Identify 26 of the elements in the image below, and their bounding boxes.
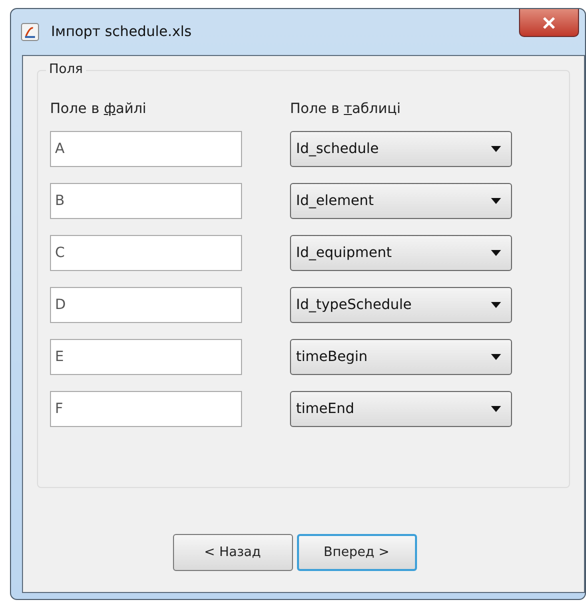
input-field[interactable]: F bbox=[50, 391, 242, 427]
input-field[interactable]: C bbox=[50, 235, 242, 271]
dropdown-arrow-icon bbox=[491, 146, 501, 152]
wizard-button[interactable]: Вперед > bbox=[296, 534, 416, 571]
wizard-button[interactable]: < Назад bbox=[172, 534, 292, 571]
dropdown-arrow-icon bbox=[491, 250, 501, 256]
dropdown-arrow-icon bbox=[491, 406, 501, 412]
close-icon bbox=[542, 16, 556, 28]
close-button[interactable] bbox=[519, 9, 579, 37]
dropdown[interactable]: Id_equipment bbox=[290, 235, 512, 271]
column-label: Поле в таблиці bbox=[290, 101, 402, 117]
window-title: Імпорт schedule.xls bbox=[51, 24, 193, 40]
dropdown-arrow-icon bbox=[491, 354, 501, 360]
app-icon bbox=[21, 23, 39, 41]
dropdown-arrow-icon bbox=[491, 198, 501, 204]
dropdown[interactable]: Id_element bbox=[290, 183, 512, 219]
input-field[interactable]: E bbox=[50, 339, 242, 375]
dropdown[interactable]: Id_schedule bbox=[290, 131, 512, 167]
column-label: Поле в файлі bbox=[50, 101, 148, 117]
input-field[interactable]: A bbox=[50, 131, 242, 167]
dropdown-arrow-icon bbox=[491, 302, 501, 308]
input-field[interactable]: D bbox=[50, 287, 242, 323]
dropdown[interactable]: Id_typeSchedule bbox=[290, 287, 512, 323]
input-field[interactable]: B bbox=[50, 183, 242, 219]
dropdown[interactable]: timeEnd bbox=[290, 391, 512, 427]
dropdown[interactable]: timeBegin bbox=[290, 339, 512, 375]
